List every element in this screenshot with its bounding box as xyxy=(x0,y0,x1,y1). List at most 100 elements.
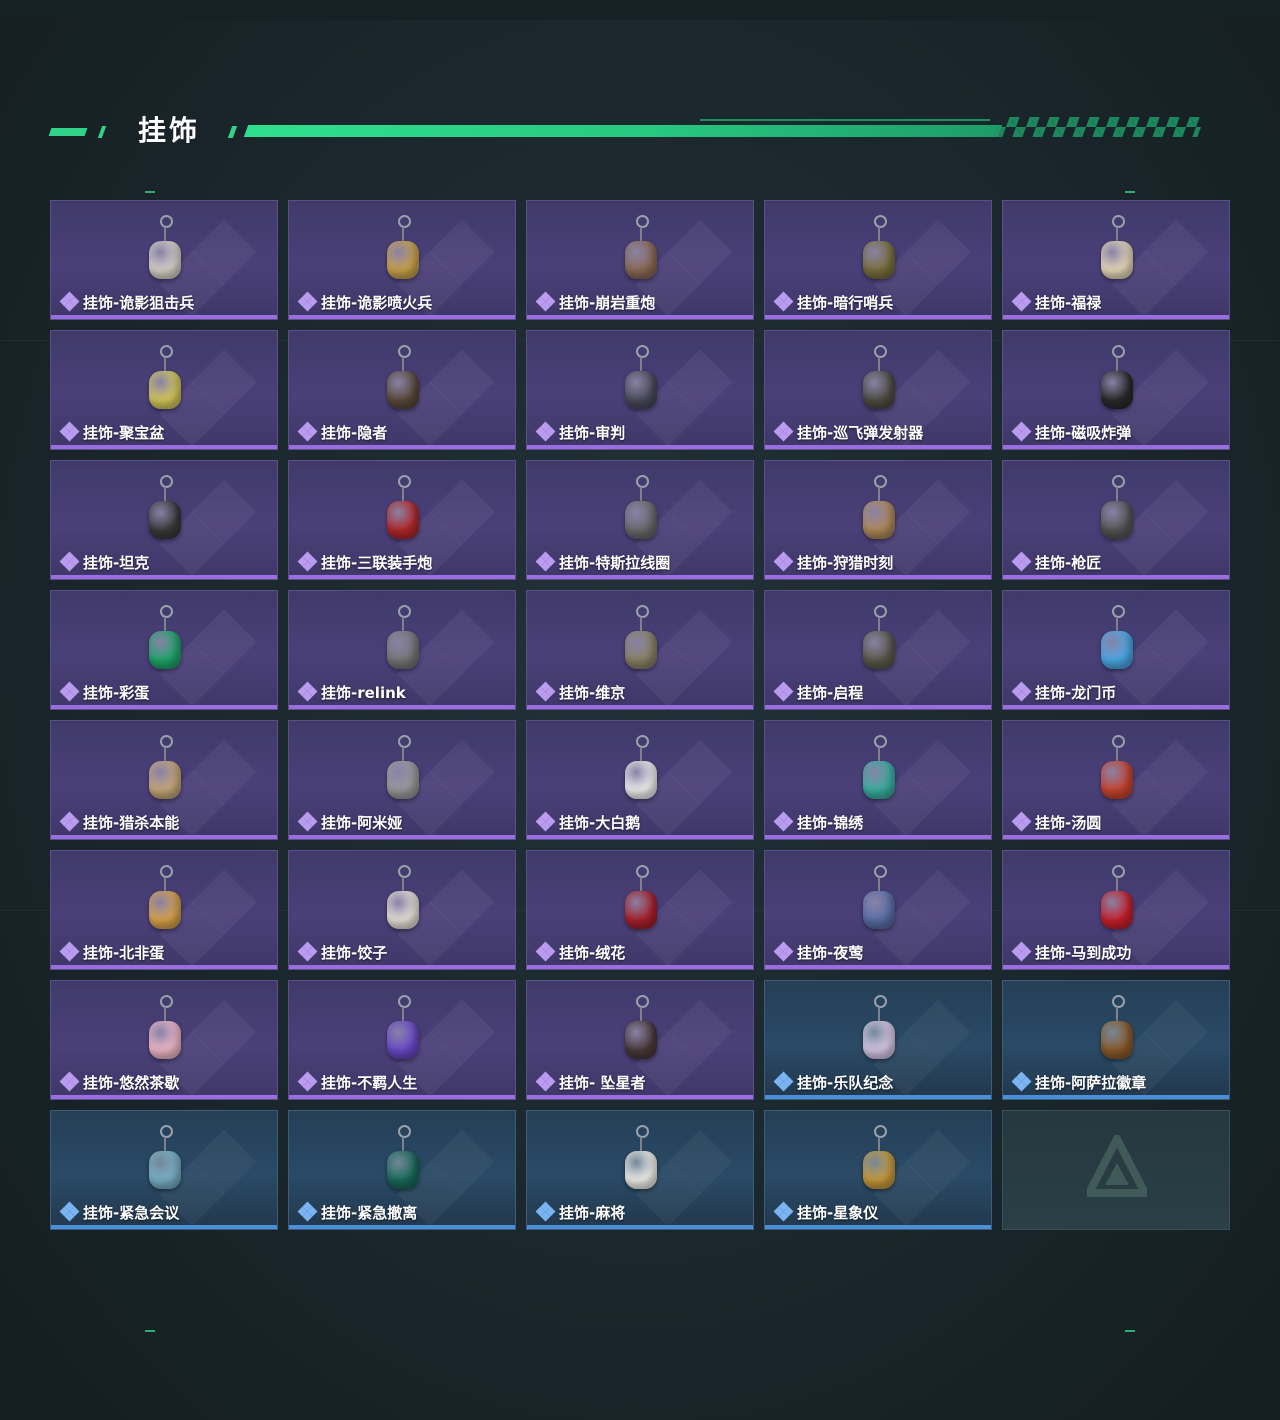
charm-image xyxy=(1097,995,1137,1067)
charm-card[interactable]: 挂饰-巡飞弹发射器 xyxy=(764,330,992,450)
charm-card[interactable]: 挂饰-大白鹅 xyxy=(526,720,754,840)
empty-slot xyxy=(1002,1110,1230,1230)
rarity-gem-icon xyxy=(1011,681,1032,702)
keyring-icon xyxy=(160,605,173,618)
rarity-gem-icon xyxy=(773,551,794,572)
charm-label: 挂饰-紧急撤离 xyxy=(297,1201,417,1222)
charm-card[interactable]: 挂饰-崩岩重炮 xyxy=(526,200,754,320)
charm-body xyxy=(1101,631,1133,669)
charm-card[interactable]: 挂饰- 坠星者 xyxy=(526,980,754,1100)
charm-card[interactable]: 挂饰-诡影喷火兵 xyxy=(288,200,516,320)
charm-name: 挂饰-崩岩重炮 xyxy=(559,293,656,312)
keyring-icon xyxy=(398,995,411,1008)
keyring-icon xyxy=(398,215,411,228)
charm-name: 挂饰-阿米娅 xyxy=(321,813,403,832)
charm-card[interactable]: 挂饰-阿萨拉徽章 xyxy=(1002,980,1230,1100)
charm-card[interactable]: 挂饰-饺子 xyxy=(288,850,516,970)
charm-image xyxy=(859,345,899,417)
charm-name: 挂饰-枪匠 xyxy=(1035,553,1102,572)
charm-label: 挂饰-汤圆 xyxy=(1011,811,1101,832)
charm-card[interactable]: 挂饰-紧急撤离 xyxy=(288,1110,516,1230)
chain xyxy=(878,357,880,371)
charm-card[interactable]: 挂饰-不羁人生 xyxy=(288,980,516,1100)
charm-image xyxy=(859,865,899,937)
charm-image xyxy=(383,475,423,547)
charm-image xyxy=(621,215,661,287)
charm-card[interactable]: 挂饰-绒花 xyxy=(526,850,754,970)
charm-label: 挂饰-启程 xyxy=(773,681,863,702)
charm-label: 挂饰-不羁人生 xyxy=(297,1071,417,1092)
charm-card[interactable]: 挂饰-特斯拉线圈 xyxy=(526,460,754,580)
charm-card[interactable]: 挂饰-启程 xyxy=(764,590,992,710)
charm-card[interactable]: 挂饰-紧急会议 xyxy=(50,1110,278,1230)
rarity-gem-icon xyxy=(297,1071,318,1092)
rarity-bar xyxy=(1003,575,1229,579)
charm-card[interactable]: 挂饰-马到成功 xyxy=(1002,850,1230,970)
charm-image xyxy=(1097,735,1137,807)
keyring-icon xyxy=(1112,475,1125,488)
charm-card[interactable]: 挂饰-北非蛋 xyxy=(50,850,278,970)
charm-name: 挂饰-星象仪 xyxy=(797,1203,879,1222)
charm-image xyxy=(859,1125,899,1197)
charm-card[interactable]: 挂饰-三联装手炮 xyxy=(288,460,516,580)
charm-card[interactable]: 挂饰-暗行哨兵 xyxy=(764,200,992,320)
charm-name: 挂饰-马到成功 xyxy=(1035,943,1132,962)
charm-body xyxy=(1101,241,1133,279)
charm-name: 挂饰-诡影狙击兵 xyxy=(83,293,195,312)
charm-card[interactable]: 挂饰-relink xyxy=(288,590,516,710)
charm-card[interactable]: 挂饰-坦克 xyxy=(50,460,278,580)
keyring-icon xyxy=(398,865,411,878)
charm-image xyxy=(145,735,185,807)
charm-image xyxy=(1097,865,1137,937)
keyring-icon xyxy=(874,605,887,618)
header-accent-bar xyxy=(48,128,88,136)
charm-card[interactable]: 挂饰-龙门币 xyxy=(1002,590,1230,710)
charm-card[interactable]: 挂饰-福禄 xyxy=(1002,200,1230,320)
charm-label: 挂饰-隐者 xyxy=(297,421,387,442)
rarity-gem-icon xyxy=(59,291,80,312)
charm-name: 挂饰-大白鹅 xyxy=(559,813,641,832)
charm-image xyxy=(1097,605,1137,677)
charm-card[interactable]: 挂饰-悠然茶歇 xyxy=(50,980,278,1100)
charm-card[interactable]: 挂饰-猎杀本能 xyxy=(50,720,278,840)
rarity-gem-icon xyxy=(59,941,80,962)
charm-card[interactable]: 挂饰-狩猎时刻 xyxy=(764,460,992,580)
charm-name: 挂饰-诡影喷火兵 xyxy=(321,293,433,312)
chain xyxy=(640,747,642,761)
rarity-bar xyxy=(1003,315,1229,319)
charm-card[interactable]: 挂饰-乐队纪念 xyxy=(764,980,992,1100)
rarity-gem-icon xyxy=(59,421,80,442)
charm-card[interactable]: 挂饰-阿米娅 xyxy=(288,720,516,840)
keyring-icon xyxy=(636,865,649,878)
charm-card[interactable]: 挂饰-星象仪 xyxy=(764,1110,992,1230)
rarity-bar xyxy=(1003,835,1229,839)
rarity-bar xyxy=(1003,1095,1229,1099)
rarity-gem-icon xyxy=(297,1201,318,1222)
charm-card[interactable]: 挂饰-彩蛋 xyxy=(50,590,278,710)
charm-body xyxy=(863,1021,895,1059)
charm-card[interactable]: 挂饰-麻将 xyxy=(526,1110,754,1230)
rarity-bar xyxy=(51,575,277,579)
rarity-bar xyxy=(765,705,991,709)
charm-card[interactable]: 挂饰-磁吸炸弹 xyxy=(1002,330,1230,450)
charm-label: 挂饰-猎杀本能 xyxy=(59,811,179,832)
charm-card[interactable]: 挂饰-锦绣 xyxy=(764,720,992,840)
rarity-gem-icon xyxy=(59,551,80,572)
charm-card[interactable]: 挂饰-聚宝盆 xyxy=(50,330,278,450)
rarity-gem-icon xyxy=(773,941,794,962)
chain xyxy=(164,747,166,761)
chain xyxy=(640,877,642,891)
charm-card[interactable]: 挂饰-审判 xyxy=(526,330,754,450)
rarity-gem-icon xyxy=(297,941,318,962)
rarity-gem-icon xyxy=(59,681,80,702)
charm-card[interactable]: 挂饰-诡影狙击兵 xyxy=(50,200,278,320)
charm-card[interactable]: 挂饰-隐者 xyxy=(288,330,516,450)
keyring-icon xyxy=(874,1125,887,1138)
rarity-bar xyxy=(527,965,753,969)
charm-card[interactable]: 挂饰-枪匠 xyxy=(1002,460,1230,580)
charm-card[interactable]: 挂饰-汤圆 xyxy=(1002,720,1230,840)
charm-body xyxy=(149,891,181,929)
charm-label: 挂饰-审判 xyxy=(535,421,625,442)
charm-card[interactable]: 挂饰-维京 xyxy=(526,590,754,710)
charm-card[interactable]: 挂饰-夜莺 xyxy=(764,850,992,970)
